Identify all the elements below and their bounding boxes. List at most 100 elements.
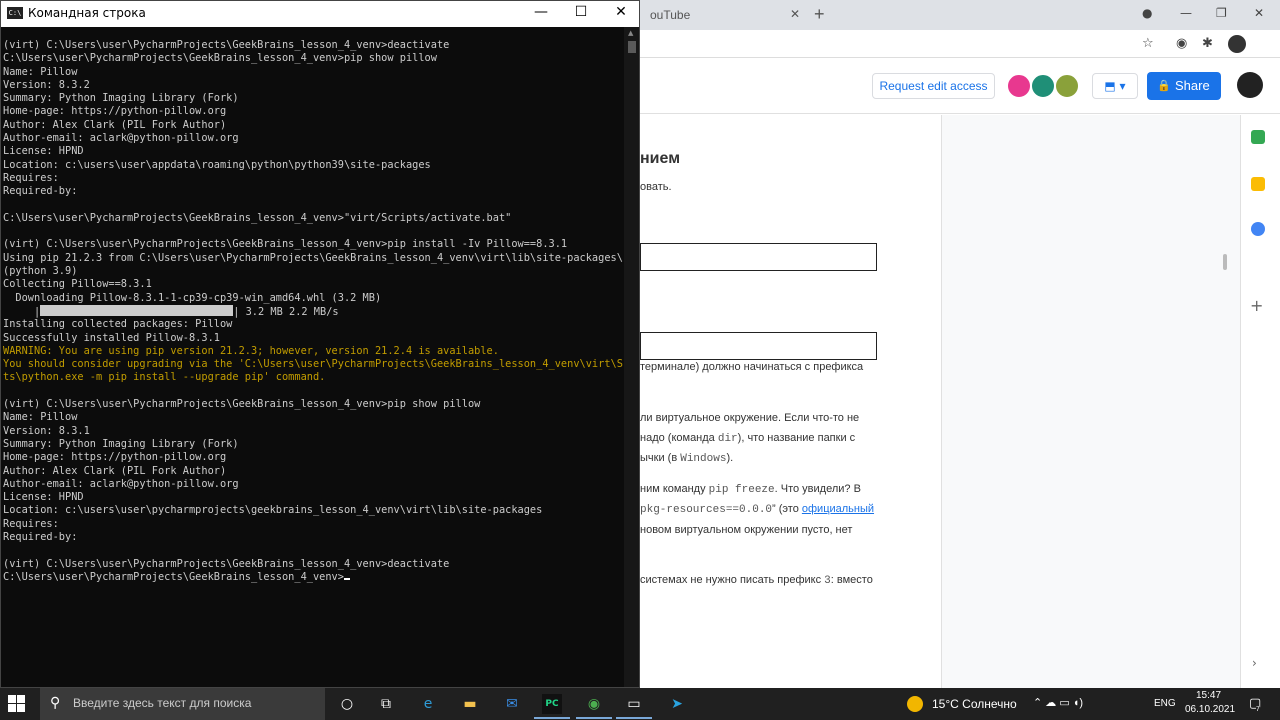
keep-icon[interactable] [1251, 177, 1265, 191]
clock-time[interactable]: 15:47 [1196, 690, 1221, 701]
cmd-line: Collecting Pillow==8.3.1 [3, 278, 152, 291]
cmd-titlebar[interactable]: C:\ Командная строка — ☐ ✕ [1, 1, 639, 27]
cmd-line: Home-page: https://python-pillow.org [3, 451, 227, 464]
file-explorer-icon[interactable]: ▬ [460, 694, 480, 714]
bookmark-star-icon[interactable]: ☆ [1142, 36, 1154, 51]
taskbar: ⚲ Введите здесь текст для поиска ○ ⧉ e ▬ ✉ PC… [0, 688, 1280, 720]
cmd-close-button[interactable]: ✕ [601, 4, 641, 20]
side-panel [1240, 115, 1280, 688]
cmd-line: Requires: [3, 171, 59, 184]
collaborator-avatar[interactable] [1030, 73, 1056, 99]
cmd-scroll-thumb[interactable] [628, 41, 636, 53]
profile-icon[interactable]: ● [1142, 6, 1152, 20]
cmd-line: C:\Users\user\PycharmProjects\GeekBrains… [3, 52, 437, 65]
language-indicator[interactable]: ENG [1154, 698, 1176, 709]
cmd-line [3, 385, 623, 398]
windows-start-icon[interactable] [8, 695, 26, 713]
tab-title: ouTube [650, 8, 691, 22]
doc-text-line: ним команду pip freeze. Что увидели? В [640, 483, 861, 496]
cmd-output[interactable]: (virt) C:\Users\user\PycharmProjects\Gee… [3, 39, 623, 679]
cmd-line: (virt) C:\Users\user\PycharmProjects\Gee… [3, 398, 481, 411]
cmd-line: Home-page: https://python-pillow.org [3, 105, 227, 118]
doc-text-line: овать. [640, 181, 672, 193]
cmd-app-icon: C:\ [7, 7, 23, 19]
cmd-line: License: HPND [3, 491, 84, 504]
cmd-line: Successfully installed Pillow-8.3.1 [3, 331, 220, 344]
active-app-indicator [534, 717, 570, 719]
new-tab-button[interactable]: + [814, 4, 825, 25]
browser-profile-avatar[interactable] [1228, 35, 1246, 53]
cmd-line: Author-email: aclark@python-pillow.org [3, 477, 239, 490]
document-page [640, 115, 942, 688]
cmd-line: License: HPND [3, 145, 84, 158]
present-button[interactable]: ⬒ ▾ [1092, 73, 1138, 99]
scroll-up-arrow-icon[interactable]: ▲ [628, 29, 633, 37]
request-edit-access-button[interactable]: Request edit access [872, 73, 995, 99]
add-addon-icon[interactable]: + [1250, 296, 1263, 315]
doc-scrollbar[interactable] [1223, 254, 1227, 270]
lock-icon: 🔒 [1157, 80, 1171, 92]
cmd-line: Installing collected packages: Pillow [3, 318, 233, 331]
cmd-minimize-button[interactable]: — [521, 4, 561, 20]
cmd-line: Author: Alex Clark (PIL Fork Author) [3, 464, 227, 477]
cmd-line: Name: Pillow [3, 411, 78, 424]
cmd-maximize-button[interactable]: ☐ [561, 4, 601, 20]
cmd-line: Downloading Pillow-8.3.1-1-cp39-cp39-win… [3, 291, 382, 304]
cmd-line: You should consider upgrading via the 'C… [3, 358, 623, 371]
calendar-icon[interactable] [1251, 130, 1265, 144]
browser-minimize-button[interactable]: — [1180, 6, 1192, 20]
chrome-icon[interactable]: ◉ [584, 694, 604, 714]
official-link[interactable]: официальный [802, 503, 874, 515]
browser-maximize-button[interactable]: ❐ [1216, 6, 1227, 20]
cmd-line: | | 3.2 MB 2.2 MB/s [3, 304, 339, 318]
system-tray-icons[interactable]: ⌃ ☁ ▭ ◖) [1033, 696, 1083, 709]
active-app-indicator [616, 717, 652, 719]
cmd-scrollbar[interactable] [624, 27, 639, 687]
cmd-line: Required-by: [3, 530, 78, 543]
cmd-line: (python 3.9) [3, 265, 78, 278]
active-app-indicator [576, 717, 612, 719]
cmd-line: (virt) C:\Users\user\PycharmProjects\Gee… [3, 39, 450, 51]
weather-sun-icon[interactable] [907, 696, 923, 712]
search-placeholder[interactable]: Введите здесь текст для поиска [73, 696, 251, 710]
cmd-line: Author-email: aclark@python-pillow.org [3, 132, 239, 145]
cortana-icon[interactable]: ○ [337, 694, 357, 714]
doc-text-line: системах не нужно писать префикс 3: вмес… [640, 574, 873, 587]
doc-text-line: pkg-resources==0.0.0” (это официальный [640, 503, 875, 516]
browser-close-button[interactable]: ✕ [1254, 6, 1264, 20]
clock-date[interactable]: 06.10.2021 [1185, 704, 1235, 715]
extensions-puzzle-icon[interactable]: ✱ [1202, 36, 1213, 51]
cmd-window-title: Командная строка [28, 6, 146, 20]
cmd-line: Version: 8.3.1 [3, 424, 90, 437]
pycharm-icon[interactable]: PC [542, 694, 562, 714]
task-view-icon[interactable]: ⧉ [376, 694, 396, 714]
user-avatar[interactable] [1237, 72, 1263, 98]
expand-panel-icon[interactable]: › [1252, 656, 1257, 670]
cmd-line: Using pip 21.2.3 from C:\Users\user\Pych… [3, 251, 623, 264]
cmd-line: (virt) C:\Users\user\PycharmProjects\Gee… [3, 238, 568, 251]
telegram-icon[interactable]: ➤ [667, 694, 687, 714]
collaborator-avatar[interactable] [1054, 73, 1080, 99]
cmd-window[interactable]: C:\ Командная строка — ☐ ✕ (virt) C:\Use… [0, 0, 640, 688]
code-box [640, 243, 877, 271]
browser-tab[interactable]: ouTube ✕ [640, 0, 806, 30]
edge-icon[interactable]: e [418, 694, 438, 714]
cmd-icon[interactable]: ▭ [624, 694, 644, 714]
doc-text-line: терминале) должно начинаться с префикса [640, 361, 864, 373]
cmd-line: Version: 8.3.2 [3, 78, 90, 91]
cmd-line: (virt) C:\Users\user\PycharmProjects\Gee… [3, 557, 450, 570]
mail-icon[interactable]: ✉ [502, 694, 522, 714]
doc-text-line: новом виртуальном окружении пусто, нет [640, 524, 853, 536]
cmd-line: Location: c:\users\user\pycharmprojects\… [3, 504, 543, 517]
collaborator-avatar[interactable] [1006, 73, 1032, 99]
tab-close-icon[interactable]: ✕ [790, 7, 800, 21]
weather-widget[interactable]: 15°C Солнечно [932, 697, 1017, 711]
download-progress-bar [40, 304, 234, 316]
cmd-line: WARNING: You are using pip version 21.2.… [3, 344, 499, 357]
tasks-icon[interactable] [1251, 222, 1265, 236]
share-button[interactable]: 🔒 Share [1147, 72, 1221, 100]
search-icon: ⚲ [50, 695, 61, 711]
cmd-line [3, 544, 623, 557]
extension-icon[interactable]: ◉ [1176, 36, 1187, 51]
doc-text-line: надо (команда dir), что название папки с [640, 432, 856, 445]
